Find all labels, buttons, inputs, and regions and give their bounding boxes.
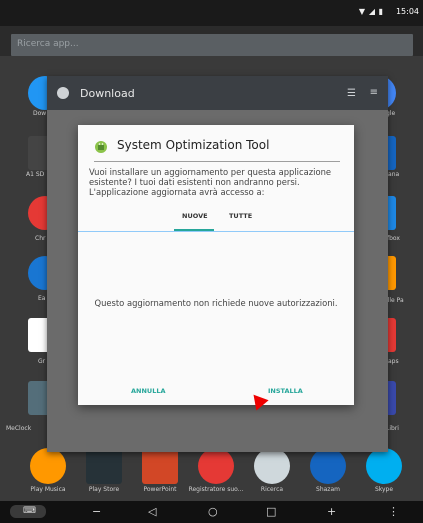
app-search-input[interactable]: Ricerca app...: [11, 34, 413, 56]
search-app-icon[interactable]: [254, 448, 290, 484]
dock-label-skype: Skype: [374, 486, 394, 493]
dialog-header: System Optimization Tool: [94, 136, 340, 160]
app-label-dropbox: fbox: [387, 235, 400, 242]
wifi-icon: ▼: [358, 7, 365, 16]
signal-icon: ◢: [368, 7, 375, 16]
app-label-chrome: Chr: [35, 235, 46, 242]
app-label-download: Dow: [33, 110, 47, 117]
skype-icon[interactable]: [366, 448, 402, 484]
tabs-divider: [78, 231, 354, 232]
tab-nuove[interactable]: NUOVE: [182, 212, 208, 220]
tab-tutte[interactable]: TUTTE: [229, 212, 252, 220]
cancel-button[interactable]: ANNULLA: [131, 387, 166, 395]
keyboard-toggle[interactable]: ⌨: [10, 505, 46, 518]
play-store-icon[interactable]: [86, 448, 122, 484]
back-button[interactable]: ◁: [148, 505, 156, 518]
keyboard-icon: ⌨: [23, 506, 36, 516]
recents-button[interactable]: □: [266, 505, 276, 518]
home-button[interactable]: ○: [208, 505, 218, 518]
app-label-maps: aps: [388, 358, 399, 365]
list-view-icon[interactable]: ≡: [370, 87, 378, 98]
volume-up-button[interactable]: +: [327, 505, 336, 518]
install-dialog: System Optimization Tool Vuoi installare…: [78, 125, 354, 405]
app-label-a1sd: A1 SD: [26, 171, 45, 178]
recorder-icon[interactable]: [198, 448, 234, 484]
download-icon: [57, 87, 69, 99]
powerpoint-icon[interactable]: [142, 448, 178, 484]
dialog-title: System Optimization Tool: [117, 138, 270, 152]
sort-icon[interactable]: ☰: [347, 88, 356, 99]
dialog-message: Vuoi installare un aggiornamento per que…: [89, 167, 332, 197]
play-music-icon[interactable]: [30, 448, 66, 484]
clock: 15:04: [395, 7, 419, 16]
app-label-gmail: Gr: [38, 358, 46, 365]
volume-down-button[interactable]: −: [92, 505, 101, 518]
shazam-icon[interactable]: [310, 448, 346, 484]
more-menu-button[interactable]: ⋮: [388, 505, 399, 518]
navigation-bar: ⌨ − ◁ ○ □ + ⋮: [0, 501, 423, 523]
permissions-tabs: NUOVE TUTTE: [78, 212, 354, 230]
install-button[interactable]: INSTALLA: [268, 387, 303, 395]
download-title: Download: [80, 87, 135, 100]
app-label-earth: Ea: [38, 295, 46, 302]
download-toolbar: Download ☰ ≡: [47, 76, 388, 110]
android-icon: [95, 141, 107, 153]
search-placeholder: Ricerca app...: [17, 39, 79, 49]
battery-icon: ▮: [378, 7, 383, 16]
app-label-clock: MeClock: [6, 425, 32, 432]
no-permissions-text: Questo aggiornamento non richiede nuove …: [94, 298, 338, 308]
dialog-divider: [94, 161, 340, 162]
status-bar: ▼ ◢ ▮ 15:04: [0, 0, 423, 26]
